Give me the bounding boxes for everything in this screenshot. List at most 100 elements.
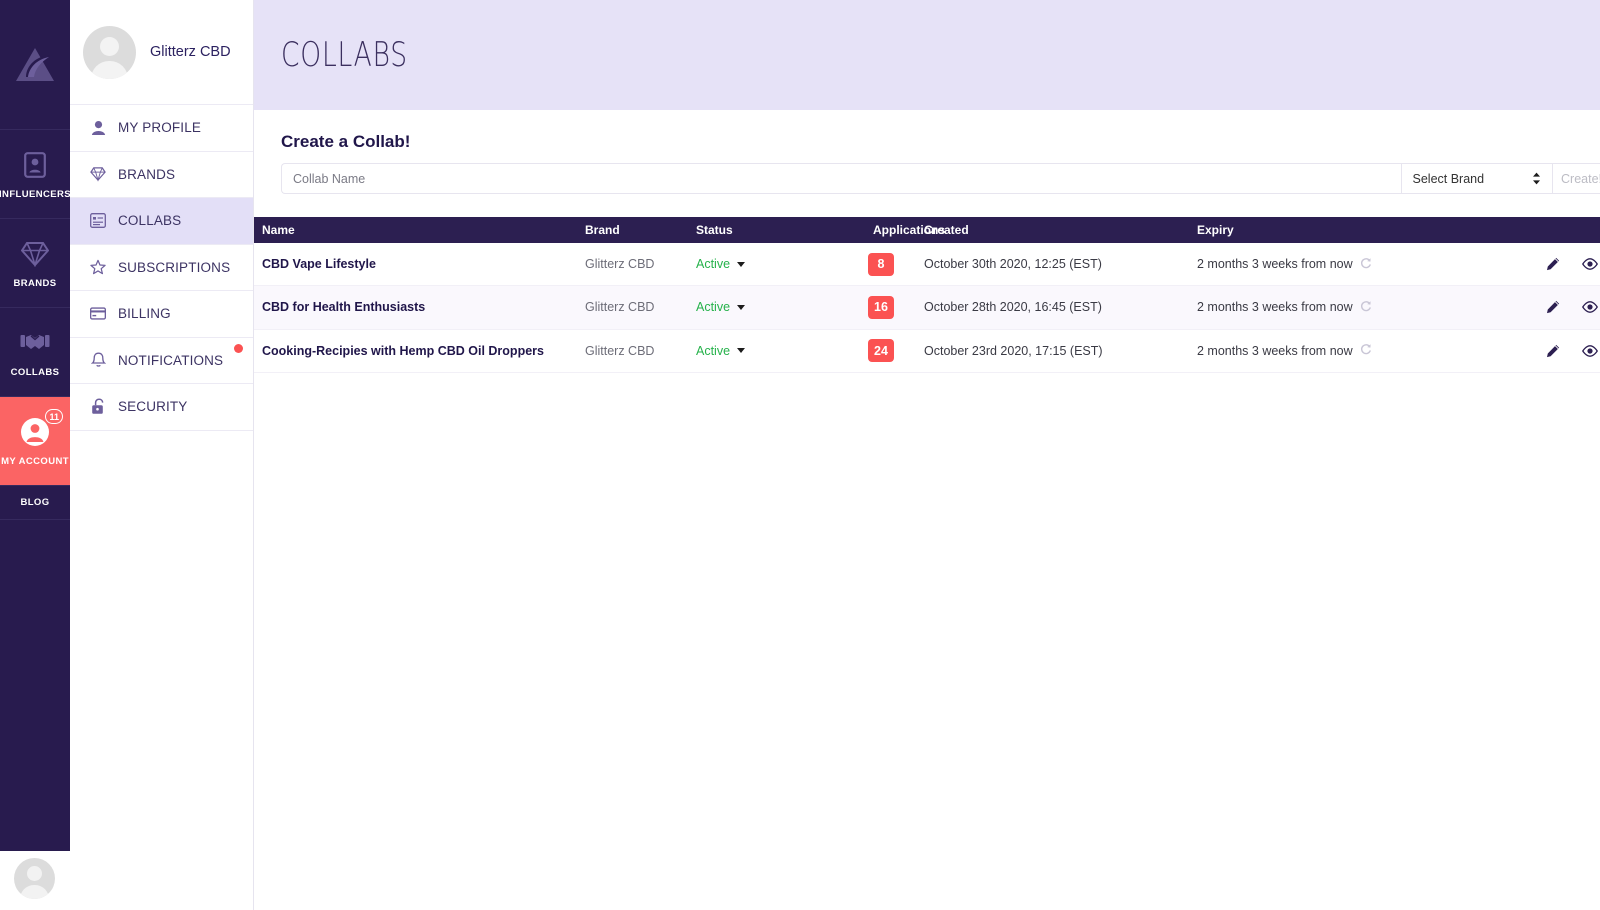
sidebar-label-my-profile: MY PROFILE	[118, 120, 202, 136]
table-row[interactable]: CBD for Health Enthusiasts Glitterz CBD …	[254, 286, 1600, 330]
chevron-down-icon	[737, 348, 746, 354]
status-dropdown[interactable]: Active	[696, 343, 746, 358]
expiry-text: 2 months 3 weeks from now	[1197, 257, 1353, 272]
rail-label-blog: BLOG	[20, 497, 50, 508]
chevron-updown-icon	[1532, 172, 1541, 185]
cell-expiry: 2 months 3 weeks from now	[1197, 300, 1372, 315]
rail-item-brands[interactable]: BRANDS	[0, 219, 70, 308]
rail-label-brands: BRANDS	[13, 278, 57, 289]
status-dropdown[interactable]: Active	[696, 257, 746, 272]
renew-refresh-icon[interactable]	[1360, 300, 1372, 315]
brand-select[interactable]: Select Brand	[1400, 163, 1552, 194]
page-header: COLLABS	[254, 0, 1600, 110]
column-header-status: Status	[696, 223, 733, 237]
sidebar-label-collabs: COLLABS	[118, 213, 182, 229]
bottom-avatar[interactable]	[14, 858, 55, 899]
status-label: Active	[696, 300, 731, 315]
chevron-down-icon	[737, 304, 746, 310]
applications-badge: 16	[868, 295, 894, 319]
page-title: COLLABS	[281, 35, 408, 75]
status-label: Active	[696, 257, 731, 272]
diamond-icon	[21, 237, 49, 271]
avatar-head-shape	[27, 866, 42, 881]
avatar-head-shape	[100, 36, 119, 56]
sidebar-item-notifications[interactable]: NOTIFICATIONS	[70, 338, 253, 384]
credit-card-icon	[90, 306, 106, 322]
column-header-name: Name	[262, 223, 295, 237]
column-header-created: Created	[924, 223, 969, 237]
edit-pencil-icon[interactable]	[1546, 300, 1560, 314]
table-row[interactable]: Cooking-Recipies with Hemp CBD Oil Dropp…	[254, 330, 1600, 373]
cell-expiry: 2 months 3 weeks from now	[1197, 257, 1372, 272]
applications-badge: 8	[868, 252, 894, 276]
cell-expiry: 2 months 3 weeks from now	[1197, 343, 1372, 358]
rail-label-influencers: INFLUENCERS	[0, 189, 71, 200]
cell-brand: Glitterz CBD	[585, 257, 655, 272]
brand-select-value: Select Brand	[1412, 171, 1485, 186]
star-icon	[90, 259, 106, 275]
rail-label-my-account: MY ACCOUNT	[1, 456, 69, 467]
renew-refresh-icon[interactable]	[1360, 343, 1372, 358]
cell-name: CBD Vape Lifestyle	[262, 257, 376, 272]
sidebar-label-billing: BILLING	[118, 306, 171, 322]
chevron-down-icon	[737, 261, 746, 267]
create-collab-section: Create a Collab! Select Brand Create!	[254, 110, 1600, 194]
notifications-unread-dot	[234, 343, 243, 353]
profile-avatar	[83, 25, 136, 79]
column-header-expiry: Expiry	[1197, 223, 1234, 237]
rail-item-blog[interactable]: BLOG	[0, 486, 70, 520]
sidebar-label-notifications: NOTIFICATIONS	[118, 352, 224, 368]
edit-pencil-icon[interactable]	[1546, 257, 1560, 271]
applications-badge: 24	[868, 339, 894, 363]
sidebar-profile[interactable]: Glitterz CBD	[70, 0, 253, 105]
rail-badge-my-account: 11	[45, 409, 63, 424]
status-label: Active	[696, 343, 731, 358]
app-root: INFLUENCERS BRANDS COLLABS 11 MY ACCOUNT…	[0, 0, 1600, 910]
cell-created: October 30th 2020, 12:25 (EST)	[924, 257, 1102, 272]
rail-item-influencers[interactable]: INFLUENCERS	[0, 130, 71, 219]
collabs-table: Name Brand Status Applications Created E…	[254, 217, 1600, 373]
create-collab-button[interactable]: Create!	[1551, 163, 1600, 194]
create-collab-form: Select Brand Create!	[281, 163, 1600, 194]
column-header-brand: Brand	[585, 223, 620, 237]
create-collab-heading: Create a Collab!	[281, 132, 411, 151]
handshake-icon	[20, 326, 50, 360]
sidebar-item-subscriptions[interactable]: SUBSCRIPTIONS	[70, 245, 253, 291]
rail-item-collabs[interactable]: COLLABS	[0, 308, 70, 397]
view-eye-icon[interactable]	[1582, 258, 1598, 270]
sidebar-item-billing[interactable]: BILLING	[70, 291, 253, 338]
sidebar-item-brands[interactable]: BRANDS	[70, 152, 253, 198]
sidebar-label-subscriptions: SUBSCRIPTIONS	[118, 259, 231, 275]
account-sidebar: Glitterz CBD MY PROFILE BRANDS COLLABS S…	[70, 0, 254, 910]
bell-icon	[90, 352, 106, 368]
rail-item-my-account[interactable]: 11 MY ACCOUNT	[0, 397, 70, 486]
renew-refresh-icon[interactable]	[1360, 257, 1372, 272]
sidebar-item-collabs[interactable]: COLLABS	[70, 198, 253, 245]
rail-filler	[0, 520, 70, 851]
status-dropdown[interactable]: Active	[696, 300, 746, 315]
list-card-icon	[90, 213, 106, 229]
sidebar-label-brands: BRANDS	[118, 166, 176, 182]
profile-name: Glitterz CBD	[150, 44, 231, 60]
edit-pencil-icon[interactable]	[1546, 344, 1560, 358]
cell-created: October 23rd 2020, 17:15 (EST)	[924, 343, 1103, 358]
id-card-icon	[24, 148, 46, 182]
cell-name: Cooking-Recipies with Hemp CBD Oil Dropp…	[262, 343, 544, 358]
main-content: COLLABS Create a Collab! Select Brand Cr…	[254, 0, 1600, 910]
cell-name: CBD for Health Enthusiasts	[262, 300, 426, 315]
view-eye-icon[interactable]	[1582, 301, 1598, 314]
unlocked-padlock-icon	[90, 398, 106, 415]
sidebar-item-my-profile[interactable]: MY PROFILE	[70, 105, 253, 152]
expiry-text: 2 months 3 weeks from now	[1197, 343, 1353, 358]
sidebar-label-security: SECURITY	[118, 399, 188, 415]
avatar-body-shape	[20, 885, 49, 899]
person-icon	[90, 120, 106, 136]
collab-name-input[interactable]	[281, 163, 1401, 194]
table-row[interactable]: CBD Vape Lifestyle Glitterz CBD Active 8…	[254, 243, 1600, 287]
avatar-body-shape	[91, 60, 128, 79]
expiry-text: 2 months 3 weeks from now	[1197, 300, 1353, 315]
app-logo[interactable]	[0, 0, 70, 130]
table-header-row: Name Brand Status Applications Created E…	[254, 217, 1600, 243]
view-eye-icon[interactable]	[1582, 344, 1598, 357]
sidebar-item-security[interactable]: SECURITY	[70, 384, 253, 431]
